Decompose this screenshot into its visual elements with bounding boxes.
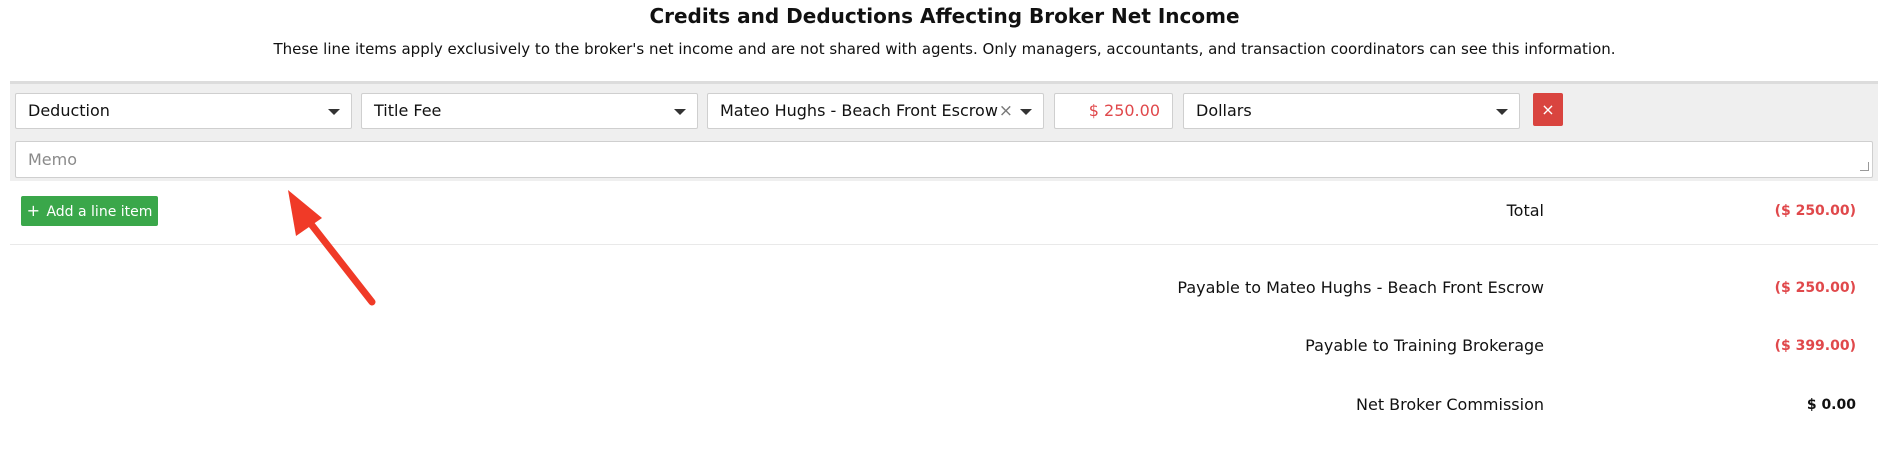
arrow-annotation [288,190,376,306]
credits-deductions-page: Credits and Deductions Affecting Broker … [0,0,1889,453]
